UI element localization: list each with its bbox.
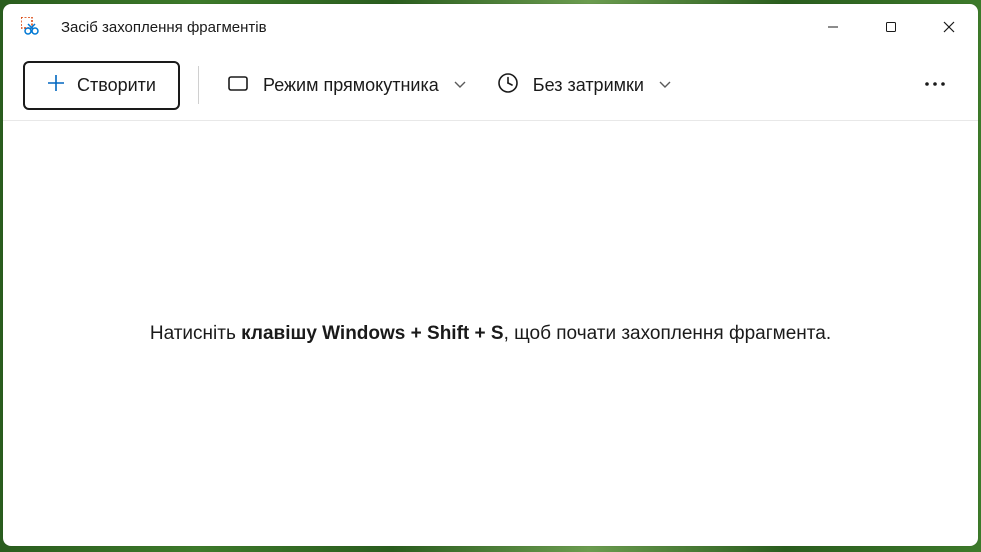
delay-dropdown[interactable]: Без затримки bbox=[487, 62, 682, 109]
snipping-tool-icon bbox=[21, 17, 41, 37]
rectangle-mode-icon bbox=[227, 72, 249, 99]
new-snip-label: Створити bbox=[77, 75, 156, 96]
app-window: Засіб захоплення фрагментів Створити bbox=[3, 4, 978, 546]
content-area: Натисніть клавішу Windows + Shift + S, щ… bbox=[3, 120, 978, 546]
shortcut-hint: Натисніть клавішу Windows + Shift + S, щ… bbox=[150, 323, 831, 345]
toolbar-divider bbox=[198, 66, 199, 104]
chevron-down-icon bbox=[658, 75, 672, 96]
new-snip-button[interactable]: Створити bbox=[23, 61, 180, 110]
window-controls bbox=[804, 4, 978, 50]
more-options-button[interactable] bbox=[912, 63, 958, 108]
close-button[interactable] bbox=[920, 4, 978, 50]
app-title: Засіб захоплення фрагментів bbox=[61, 19, 804, 36]
minimize-button[interactable] bbox=[804, 4, 862, 50]
toolbar: Створити Режим прямокутника Без затримки bbox=[3, 50, 978, 120]
delay-label: Без затримки bbox=[533, 75, 644, 96]
maximize-button[interactable] bbox=[862, 4, 920, 50]
plus-icon bbox=[47, 74, 65, 97]
chevron-down-icon bbox=[453, 75, 467, 96]
hint-shortcut: клавішу Windows + Shift + S bbox=[241, 323, 503, 344]
hint-prefix: Натисніть bbox=[150, 323, 241, 344]
hint-suffix: , щоб почати захоплення фрагмента. bbox=[504, 323, 832, 344]
snip-mode-label: Режим прямокутника bbox=[263, 75, 439, 96]
titlebar: Засіб захоплення фрагментів bbox=[3, 4, 978, 50]
more-horizontal-icon bbox=[924, 83, 946, 98]
snip-mode-dropdown[interactable]: Режим прямокутника bbox=[217, 62, 477, 109]
clock-icon bbox=[497, 72, 519, 99]
